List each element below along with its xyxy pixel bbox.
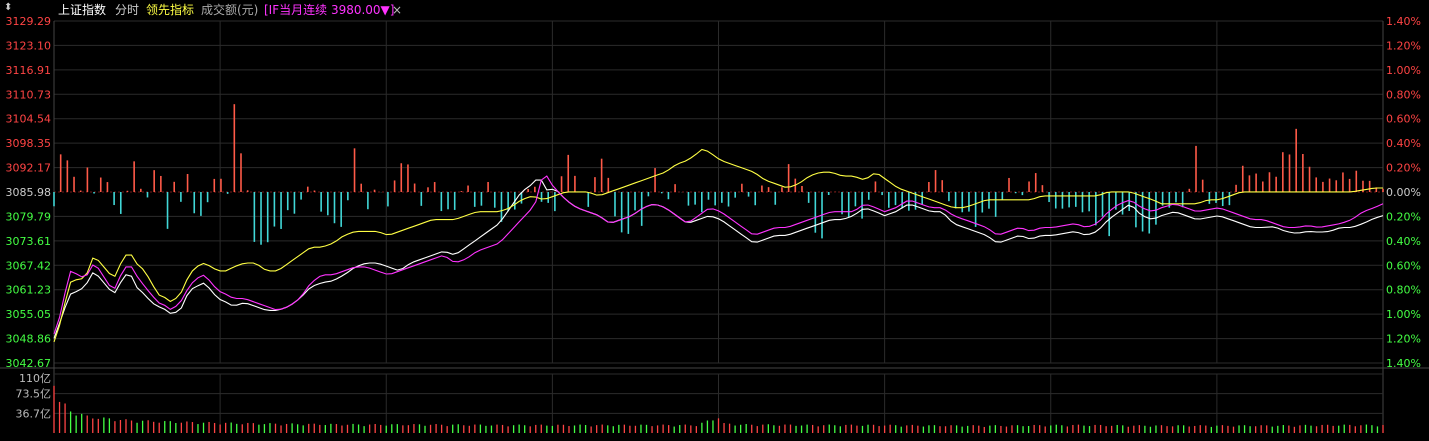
y-tick-right: 1.40% (1386, 15, 1421, 28)
y-tick-right: 0.60% (1386, 113, 1421, 126)
y-tick-left: 3073.61 (6, 235, 52, 248)
y-tick-left: 3042.67 (6, 357, 52, 370)
y-tick-left: 3092.17 (6, 162, 52, 175)
y-tick-right: 1.00% (1386, 308, 1421, 321)
volume-tick: 73.5亿 (16, 388, 52, 401)
y-tick-left: 3048.86 (6, 333, 52, 346)
y-tick-right: 1.00% (1386, 64, 1421, 77)
y-tick-left: 3098.35 (6, 137, 52, 150)
y-tick-left: 3067.42 (6, 259, 52, 272)
y-tick-left: 3123.10 (6, 39, 52, 52)
y-tick-right: 1.20% (1386, 39, 1421, 52)
y-tick-right: 0.80% (1386, 284, 1421, 297)
y-tick-left: 3061.23 (6, 284, 52, 297)
y-tick-left: 3116.91 (6, 64, 52, 77)
y-tick-left: 3079.79 (6, 210, 52, 223)
y-tick-right: 0.80% (1386, 88, 1421, 101)
time-share-chart: 3129.29 3123.10 3116.91 3110.73 3104.54 3098.… (0, 15, 1429, 433)
y-tick-left: 3104.54 (6, 113, 52, 126)
y-tick-right: 1.40% (1386, 357, 1421, 370)
chart-grid (0, 20, 1429, 433)
y-tick-left: 3110.73 (6, 88, 52, 101)
y-tick-left: 3055.05 (6, 308, 52, 321)
y-tick-right: 1.20% (1386, 333, 1421, 346)
y-tick-right: 0.20% (1386, 210, 1421, 223)
y-tick-right: 0.60% (1386, 259, 1421, 272)
y-tick-left: 3085.98 (6, 186, 52, 199)
y-tick-right: 0.40% (1386, 235, 1421, 248)
volume-tick: 36.7亿 (16, 407, 52, 420)
volume-tick: 110亿 (19, 372, 51, 385)
y-tick-right: 0.40% (1386, 137, 1421, 150)
y-tick-left: 3129.29 (6, 15, 52, 28)
y-tick-right: 0.20% (1386, 162, 1421, 175)
y-tick-right: 0.00% (1386, 186, 1421, 199)
